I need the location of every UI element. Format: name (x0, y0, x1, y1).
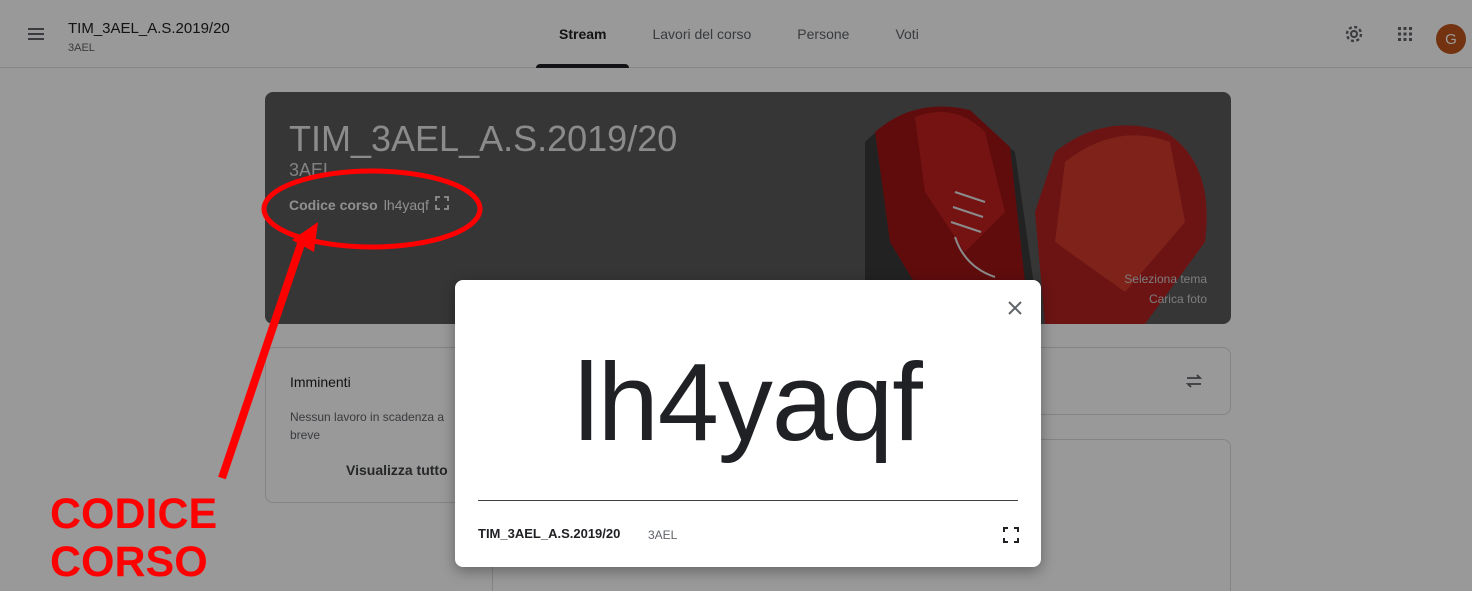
annotation-line-1: CODICE (50, 490, 218, 538)
annotation-line-2: CORSO (50, 538, 208, 586)
annotation-arrow (218, 168, 483, 480)
annotation-label: CODICE CORSO (50, 490, 217, 586)
